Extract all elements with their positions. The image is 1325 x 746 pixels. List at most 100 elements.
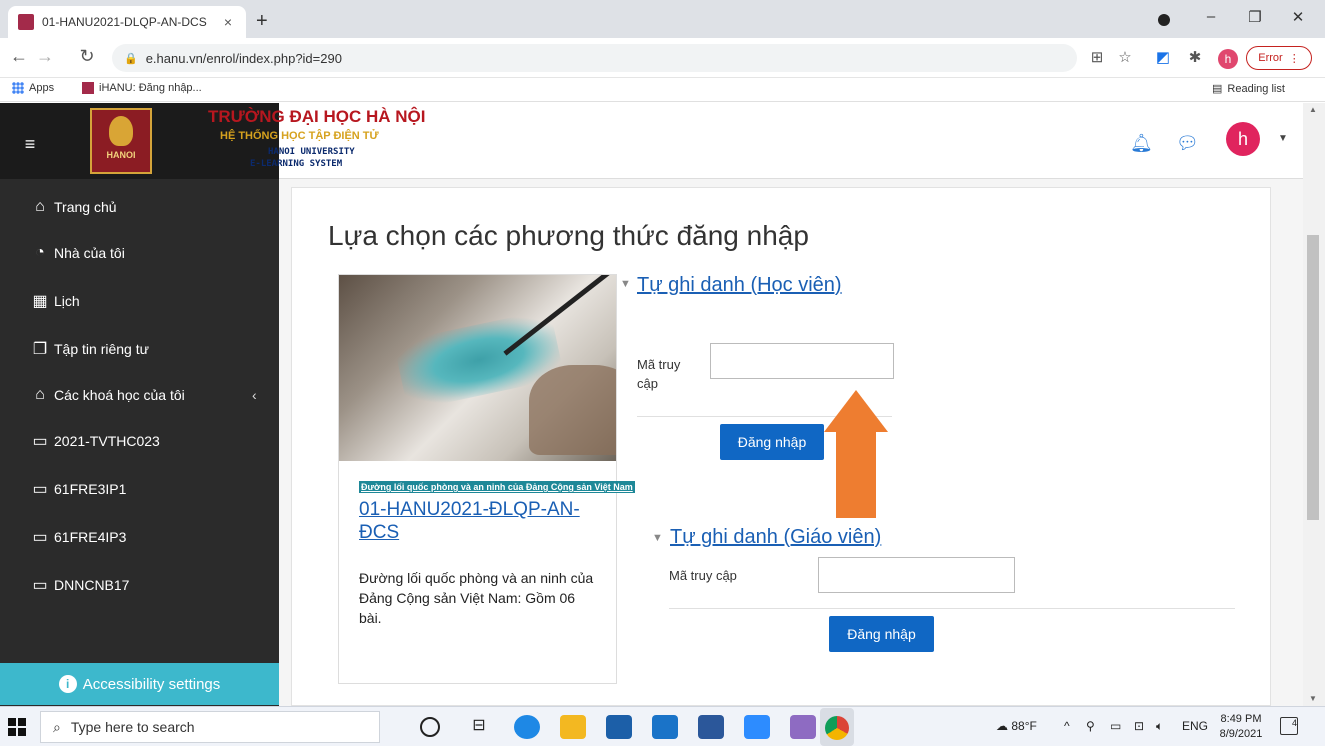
clock-date: 8/9/2021 bbox=[1219, 728, 1263, 740]
reload-icon[interactable]: ↻ bbox=[76, 46, 98, 67]
restore-icon[interactable]: ❐ bbox=[1240, 8, 1270, 26]
course-name-link[interactable]: 01-HANU2021-ĐLQP-AN-ĐCS bbox=[359, 498, 609, 544]
language-indicator[interactable]: ENG bbox=[1182, 719, 1208, 733]
teacher-login-button[interactable]: Đăng nhập bbox=[829, 616, 934, 652]
word-icon[interactable] bbox=[698, 715, 724, 739]
accessibility-settings-button[interactable]: i Accessibility settings bbox=[0, 663, 279, 705]
sidebar-item-course-61fre4ip3[interactable]: ▭ 61FRE4IP3 bbox=[30, 525, 126, 549]
zoom-icon[interactable] bbox=[744, 715, 770, 739]
cortana-icon[interactable] bbox=[420, 717, 440, 737]
messages-icon[interactable]: 💬︎ bbox=[1176, 133, 1199, 154]
bookmark-star-icon[interactable]: ☆ bbox=[1114, 48, 1136, 66]
error-button[interactable]: Error ⋮ bbox=[1246, 46, 1312, 70]
files-icon: ❐ bbox=[32, 341, 48, 358]
folder-icon: ▭ bbox=[32, 433, 48, 450]
enrol-teacher-heading[interactable]: Tự ghi danh (Giáo viên) bbox=[670, 524, 881, 550]
site-favicon-icon bbox=[18, 14, 34, 30]
extension-cast-icon[interactable]: ◩ bbox=[1152, 48, 1174, 66]
university-logo[interactable]: HANOI bbox=[90, 108, 152, 174]
edge-icon[interactable] bbox=[514, 715, 540, 739]
browser-tab-strip: 01-HANU2021-DLQP-AN-DCS × + – ❐ ✕ bbox=[0, 0, 1325, 38]
reading-list-button[interactable]: ▤ Reading list bbox=[1212, 82, 1285, 96]
sidebar-item-course-dnncnb17[interactable]: ▭ DNNCNB17 bbox=[30, 573, 129, 597]
chevron-left-icon: ‹ bbox=[252, 387, 257, 403]
scrollbar-thumb[interactable] bbox=[1307, 235, 1319, 520]
windows-start-icon[interactable] bbox=[8, 718, 26, 736]
error-label: Error bbox=[1258, 52, 1283, 64]
battery-icon[interactable]: ▭ bbox=[1110, 719, 1121, 733]
notification-count: 4 bbox=[1291, 718, 1297, 728]
sidebar-item-label: Tập tin riêng tư bbox=[54, 341, 149, 357]
scroll-down-icon[interactable]: ▼ bbox=[1309, 694, 1317, 703]
store-icon[interactable] bbox=[606, 715, 632, 739]
reading-list-label: Reading list bbox=[1227, 82, 1285, 95]
apps-grid-icon bbox=[12, 82, 24, 94]
student-login-button[interactable]: Đăng nhập bbox=[720, 424, 824, 460]
course-category-badge[interactable]: Đường lối quốc phòng và an ninh của Đảng… bbox=[359, 481, 635, 493]
site-english-name: HANOI UNIVERSITY bbox=[268, 147, 355, 157]
tab-close-icon[interactable]: × bbox=[220, 14, 236, 30]
sidebar-item-dashboard[interactable]: ◔ Nhà của tôi bbox=[30, 241, 125, 265]
paint-app-icon[interactable] bbox=[790, 715, 816, 739]
new-tab-button[interactable]: + bbox=[256, 10, 276, 33]
user-menu-caret-icon[interactable]: ▼ bbox=[1278, 133, 1288, 144]
collapse-caret-icon[interactable]: ▼ bbox=[652, 532, 663, 544]
tray-chevron-icon[interactable]: ^ bbox=[1064, 719, 1070, 733]
sidebar-item-label: 2021-TVTHC023 bbox=[54, 433, 160, 449]
sidebar-item-private-files[interactable]: ❐ Tập tin riêng tư bbox=[30, 337, 149, 361]
notification-bell-icon[interactable]: 🔔︎ bbox=[1130, 133, 1153, 154]
task-view-icon[interactable]: ⊟ bbox=[466, 715, 492, 739]
notification-center-icon[interactable]: 4 bbox=[1280, 717, 1298, 735]
sidebar-item-label: 61FRE3IP1 bbox=[54, 481, 127, 497]
enrol-student-heading[interactable]: Tự ghi danh (Học viên) bbox=[637, 272, 857, 298]
student-access-code-label: Mã truy cập bbox=[637, 357, 681, 391]
bookmark-ihanu-label: iHANU: Đăng nhập... bbox=[99, 82, 202, 94]
file-explorer-icon[interactable] bbox=[560, 715, 586, 739]
student-access-code-input[interactable] bbox=[710, 343, 894, 379]
clock-time: 8:49 PM bbox=[1220, 713, 1262, 725]
browser-profile-avatar[interactable]: h bbox=[1218, 49, 1238, 69]
teacher-access-code-input[interactable] bbox=[818, 557, 1015, 593]
folder-icon: ▭ bbox=[32, 577, 48, 594]
bookmark-apps[interactable]: Apps bbox=[12, 82, 54, 94]
hamburger-menu-icon[interactable]: ≡ bbox=[14, 129, 46, 159]
minimize-icon[interactable]: – bbox=[1196, 8, 1226, 25]
ihanu-favicon-icon bbox=[82, 82, 94, 94]
taskbar-clock[interactable]: 8:49 PM 8/9/2021 bbox=[1212, 712, 1270, 742]
site-subtitle: HỆ THỐNG HỌC TẬP ĐIỆN TỬ bbox=[220, 130, 379, 142]
collapse-caret-icon[interactable]: ▼ bbox=[620, 278, 631, 290]
search-icon: ⌕ bbox=[53, 718, 61, 735]
lock-icon[interactable]: 🔒 bbox=[124, 52, 138, 65]
scroll-up-icon[interactable]: ▲ bbox=[1309, 105, 1317, 114]
translate-icon[interactable]: ⊞ bbox=[1086, 48, 1108, 66]
back-icon[interactable]: ← bbox=[8, 46, 30, 67]
sidebar-item-label: Trang chủ bbox=[54, 199, 117, 215]
sidebar-item-home[interactable]: ⌂ Trang chủ bbox=[30, 195, 117, 219]
sidebar-item-course-61fre3ip1[interactable]: ▭ 61FRE3IP1 bbox=[30, 477, 126, 501]
address-bar[interactable]: 🔒 e.hanu.vn/enrol/index.php?id=290 bbox=[112, 44, 1077, 72]
accessibility-label: Accessibility settings bbox=[82, 675, 221, 693]
volume-icon[interactable]: 🔈︎ bbox=[1156, 719, 1163, 734]
calendar-icon: ▦ bbox=[32, 293, 48, 310]
close-window-icon[interactable]: ✕ bbox=[1283, 8, 1313, 26]
home-icon: ⌂ bbox=[35, 198, 45, 215]
mail-icon[interactable] bbox=[652, 715, 678, 739]
tray-usb-icon[interactable]: ⚲ bbox=[1086, 719, 1095, 733]
bookmark-ihanu[interactable]: iHANU: Đăng nhập... bbox=[82, 82, 202, 94]
chrome-active-app[interactable] bbox=[820, 708, 854, 746]
windows-taskbar: ⌕ Type here to search ⊟ ☁ 88°F ^ ⚲ ▭ ⊡ 🔈… bbox=[0, 706, 1325, 746]
profile-indicator-icon[interactable] bbox=[1158, 14, 1170, 26]
forward-icon[interactable]: → bbox=[34, 46, 56, 67]
network-icon[interactable]: ⊡ bbox=[1134, 719, 1144, 733]
user-avatar[interactable]: h bbox=[1226, 122, 1260, 156]
weather-widget[interactable]: ☁ 88°F bbox=[996, 719, 1037, 733]
sidebar-item-my-courses[interactable]: ⌂ Các khoá học của tôi ‹ bbox=[30, 383, 257, 407]
browser-tab[interactable]: 01-HANU2021-DLQP-AN-DCS × bbox=[8, 6, 246, 38]
site-title: TRƯỜNG ĐẠI HỌC HÀ NỘI bbox=[208, 107, 426, 126]
sidebar-item-calendar[interactable]: ▦ Lịch bbox=[30, 289, 79, 313]
page-scrollbar[interactable]: ▲ ▼ bbox=[1303, 103, 1325, 706]
folder-icon: ▭ bbox=[32, 529, 48, 546]
sidebar-item-course-2021-tvthc023[interactable]: ▭ 2021-TVTHC023 bbox=[30, 429, 160, 453]
extensions-puzzle-icon[interactable]: ✱ bbox=[1184, 48, 1206, 66]
taskbar-search-box[interactable]: ⌕ Type here to search bbox=[40, 711, 380, 743]
